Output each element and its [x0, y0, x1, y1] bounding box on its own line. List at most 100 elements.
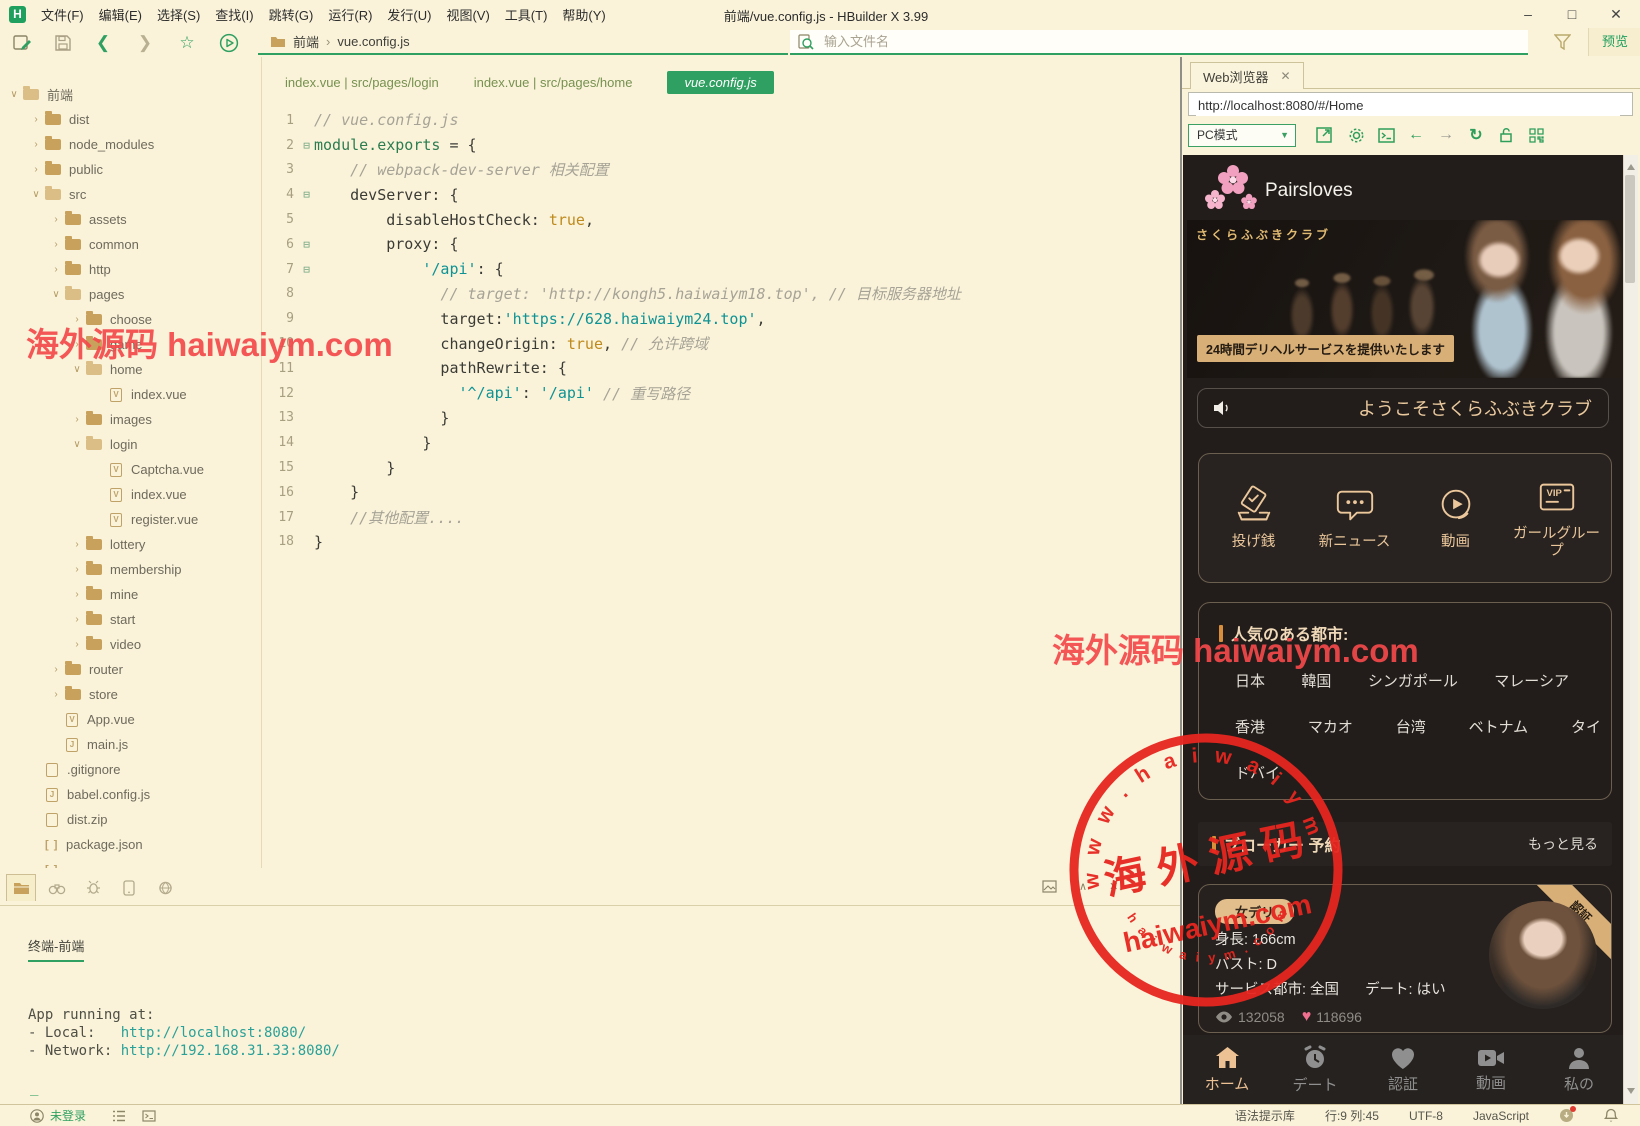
menu-tools[interactable]: 工具(T)	[502, 4, 551, 25]
favorite-star-button[interactable]: ☆	[176, 32, 198, 54]
nav-home[interactable]: ホーム	[1183, 1035, 1271, 1104]
url-input[interactable]	[1196, 94, 1620, 116]
cursor-position[interactable]: 行:9 列:45	[1325, 1107, 1379, 1124]
hero-banner[interactable]: さくらふぶきクラブ 24時間デリヘルサービスを提供いたします	[1187, 220, 1622, 378]
new-file-button[interactable]	[10, 32, 32, 54]
lock-open-icon[interactable]	[1494, 123, 1518, 147]
feature-video[interactable]: 動画	[1410, 485, 1502, 551]
maximize-button[interactable]: □	[1550, 0, 1594, 28]
tree-item-common[interactable]: › common	[0, 232, 261, 257]
menu-goto[interactable]: 跳转(G)	[266, 4, 317, 25]
tree-item-node-modules[interactable]: › node_modules	[0, 132, 261, 157]
back-button[interactable]: ❮	[92, 32, 114, 54]
nav-date[interactable]: デート	[1271, 1035, 1359, 1104]
language-mode[interactable]: JavaScript	[1473, 1109, 1529, 1123]
fold-icon[interactable]: ⊟	[299, 263, 314, 276]
nav-verify[interactable]: 認証	[1359, 1035, 1447, 1104]
fold-icon[interactable]: ⊟	[299, 238, 314, 251]
bell-icon[interactable]	[1604, 1108, 1618, 1123]
breadcrumb-file[interactable]: vue.config.js	[337, 34, 409, 49]
tree-item-main-js[interactable]: Jmain.js	[0, 732, 261, 757]
browser-tab[interactable]: Web浏览器 ✕	[1190, 62, 1304, 89]
more-link[interactable]: もっと見る	[1528, 834, 1598, 854]
city-link[interactable]: ベトナム	[1469, 716, 1529, 737]
tree-item-assets[interactable]: › assets	[0, 207, 261, 232]
tree-item-public[interactable]: › public	[0, 157, 261, 182]
tree-item-lottery[interactable]: › lottery	[0, 532, 261, 557]
close-icon[interactable]: ✕	[1281, 69, 1291, 83]
image-icon[interactable]	[1042, 880, 1057, 893]
tree-item-dist[interactable]: › dist	[0, 107, 261, 132]
tree-item-login-index[interactable]: Vindex.vue	[0, 482, 261, 507]
tree-item-start[interactable]: › start	[0, 607, 261, 632]
menu-publish[interactable]: 发行(U)	[384, 4, 434, 25]
tree-item-register[interactable]: Vregister.vue	[0, 507, 261, 532]
local-url[interactable]: http://localhost:8080/	[121, 1025, 306, 1041]
login-status[interactable]: 未登录	[30, 1107, 86, 1124]
file-search-input[interactable]	[822, 33, 1466, 50]
feature-news[interactable]: 新ニュース	[1309, 485, 1401, 551]
gear-icon[interactable]	[1344, 123, 1368, 147]
city-link[interactable]: 日本	[1235, 670, 1265, 691]
save-button[interactable]	[52, 32, 74, 54]
close-button[interactable]: ✕	[1594, 0, 1638, 28]
explorer-tab-search[interactable]	[42, 874, 72, 901]
tree-item-images[interactable]: › images	[0, 407, 261, 432]
menu-select[interactable]: 选择(S)	[154, 4, 203, 25]
minimize-button[interactable]: –	[1506, 0, 1550, 28]
qr-code-icon[interactable]	[1524, 123, 1548, 147]
nav-mine[interactable]: 私の	[1535, 1035, 1623, 1104]
menu-view[interactable]: 视图(V)	[443, 4, 492, 25]
syntax-hint[interactable]: 语法提示库	[1235, 1107, 1295, 1124]
explorer-tab-files[interactable]	[6, 874, 36, 901]
filter-funnel-icon[interactable]	[1554, 34, 1571, 50]
tree-item-gitignore[interactable]: .gitignore	[0, 757, 261, 782]
menu-file[interactable]: 文件(F)	[38, 4, 87, 25]
tree-item-dist-zip[interactable]: dist.zip	[0, 807, 261, 832]
city-link[interactable]: 韓国	[1301, 670, 1331, 691]
nav-video[interactable]: 動画	[1447, 1035, 1535, 1104]
outline-list-icon[interactable]	[112, 1110, 126, 1122]
editor-tab-vue-config[interactable]: vue.config.js	[667, 70, 774, 94]
tree-item-package-json[interactable]: package.json	[0, 832, 261, 857]
explorer-tab-device[interactable]	[114, 874, 144, 901]
tree-item-pages[interactable]: ∨ pages	[0, 282, 261, 307]
nav-back-icon[interactable]: ←	[1404, 123, 1428, 147]
tree-item-router[interactable]: › router	[0, 657, 261, 682]
tree-item-babel-config[interactable]: Jbabel.config.js	[0, 782, 261, 807]
refresh-icon[interactable]: ↻	[1464, 123, 1488, 147]
explorer-tab-debug[interactable]	[78, 874, 108, 901]
terminal-output[interactable]: App running at: - Local: http://localhos…	[28, 1006, 340, 1060]
tree-item-clipped[interactable]	[0, 857, 261, 868]
file-search-bar[interactable]	[790, 30, 1528, 55]
tree-item-root[interactable]: ∨ 前端	[0, 82, 261, 107]
city-link[interactable]: タイ	[1571, 716, 1601, 737]
breadcrumb-project[interactable]: 前端	[293, 32, 319, 51]
breadcrumb[interactable]: 前端 › vue.config.js	[258, 30, 788, 55]
menu-help[interactable]: 帮助(Y)	[559, 4, 608, 25]
browser-url-bar[interactable]	[1188, 92, 1633, 116]
tree-item-store[interactable]: › store	[0, 682, 261, 707]
scrollbar-thumb[interactable]	[1625, 175, 1635, 283]
city-link[interactable]: 台湾	[1396, 716, 1426, 737]
tree-item-captcha[interactable]: V Captcha.vue	[0, 457, 261, 482]
feature-girl-group[interactable]: VIP ガールグループ	[1511, 477, 1603, 560]
encoding[interactable]: UTF-8	[1409, 1109, 1443, 1123]
city-link[interactable]: マレーシア	[1494, 670, 1569, 691]
fold-icon[interactable]: ⊟	[299, 188, 314, 201]
terminal-toggle-icon[interactable]	[142, 1109, 156, 1122]
device-mode-select[interactable]: PC模式 ▼	[1188, 124, 1296, 147]
tree-item-membership[interactable]: › membership	[0, 557, 261, 582]
tree-item-app-vue[interactable]: V App.vue	[0, 707, 261, 732]
run-button[interactable]	[218, 32, 240, 54]
tree-item-mine[interactable]: › mine	[0, 582, 261, 607]
open-external-icon[interactable]	[1312, 123, 1336, 147]
tree-item-http[interactable]: › http	[0, 257, 261, 282]
tree-item-src[interactable]: ∨ src	[0, 182, 261, 207]
editor-tab-login[interactable]: index.vue | src/pages/login	[285, 75, 439, 90]
feature-tip[interactable]: 投げ銭	[1208, 485, 1300, 551]
nav-forward-icon[interactable]: →	[1434, 123, 1458, 147]
scroll-up-arrow[interactable]	[1627, 164, 1635, 170]
update-icon[interactable]	[1559, 1106, 1576, 1123]
scroll-down-arrow[interactable]	[1627, 1088, 1635, 1094]
